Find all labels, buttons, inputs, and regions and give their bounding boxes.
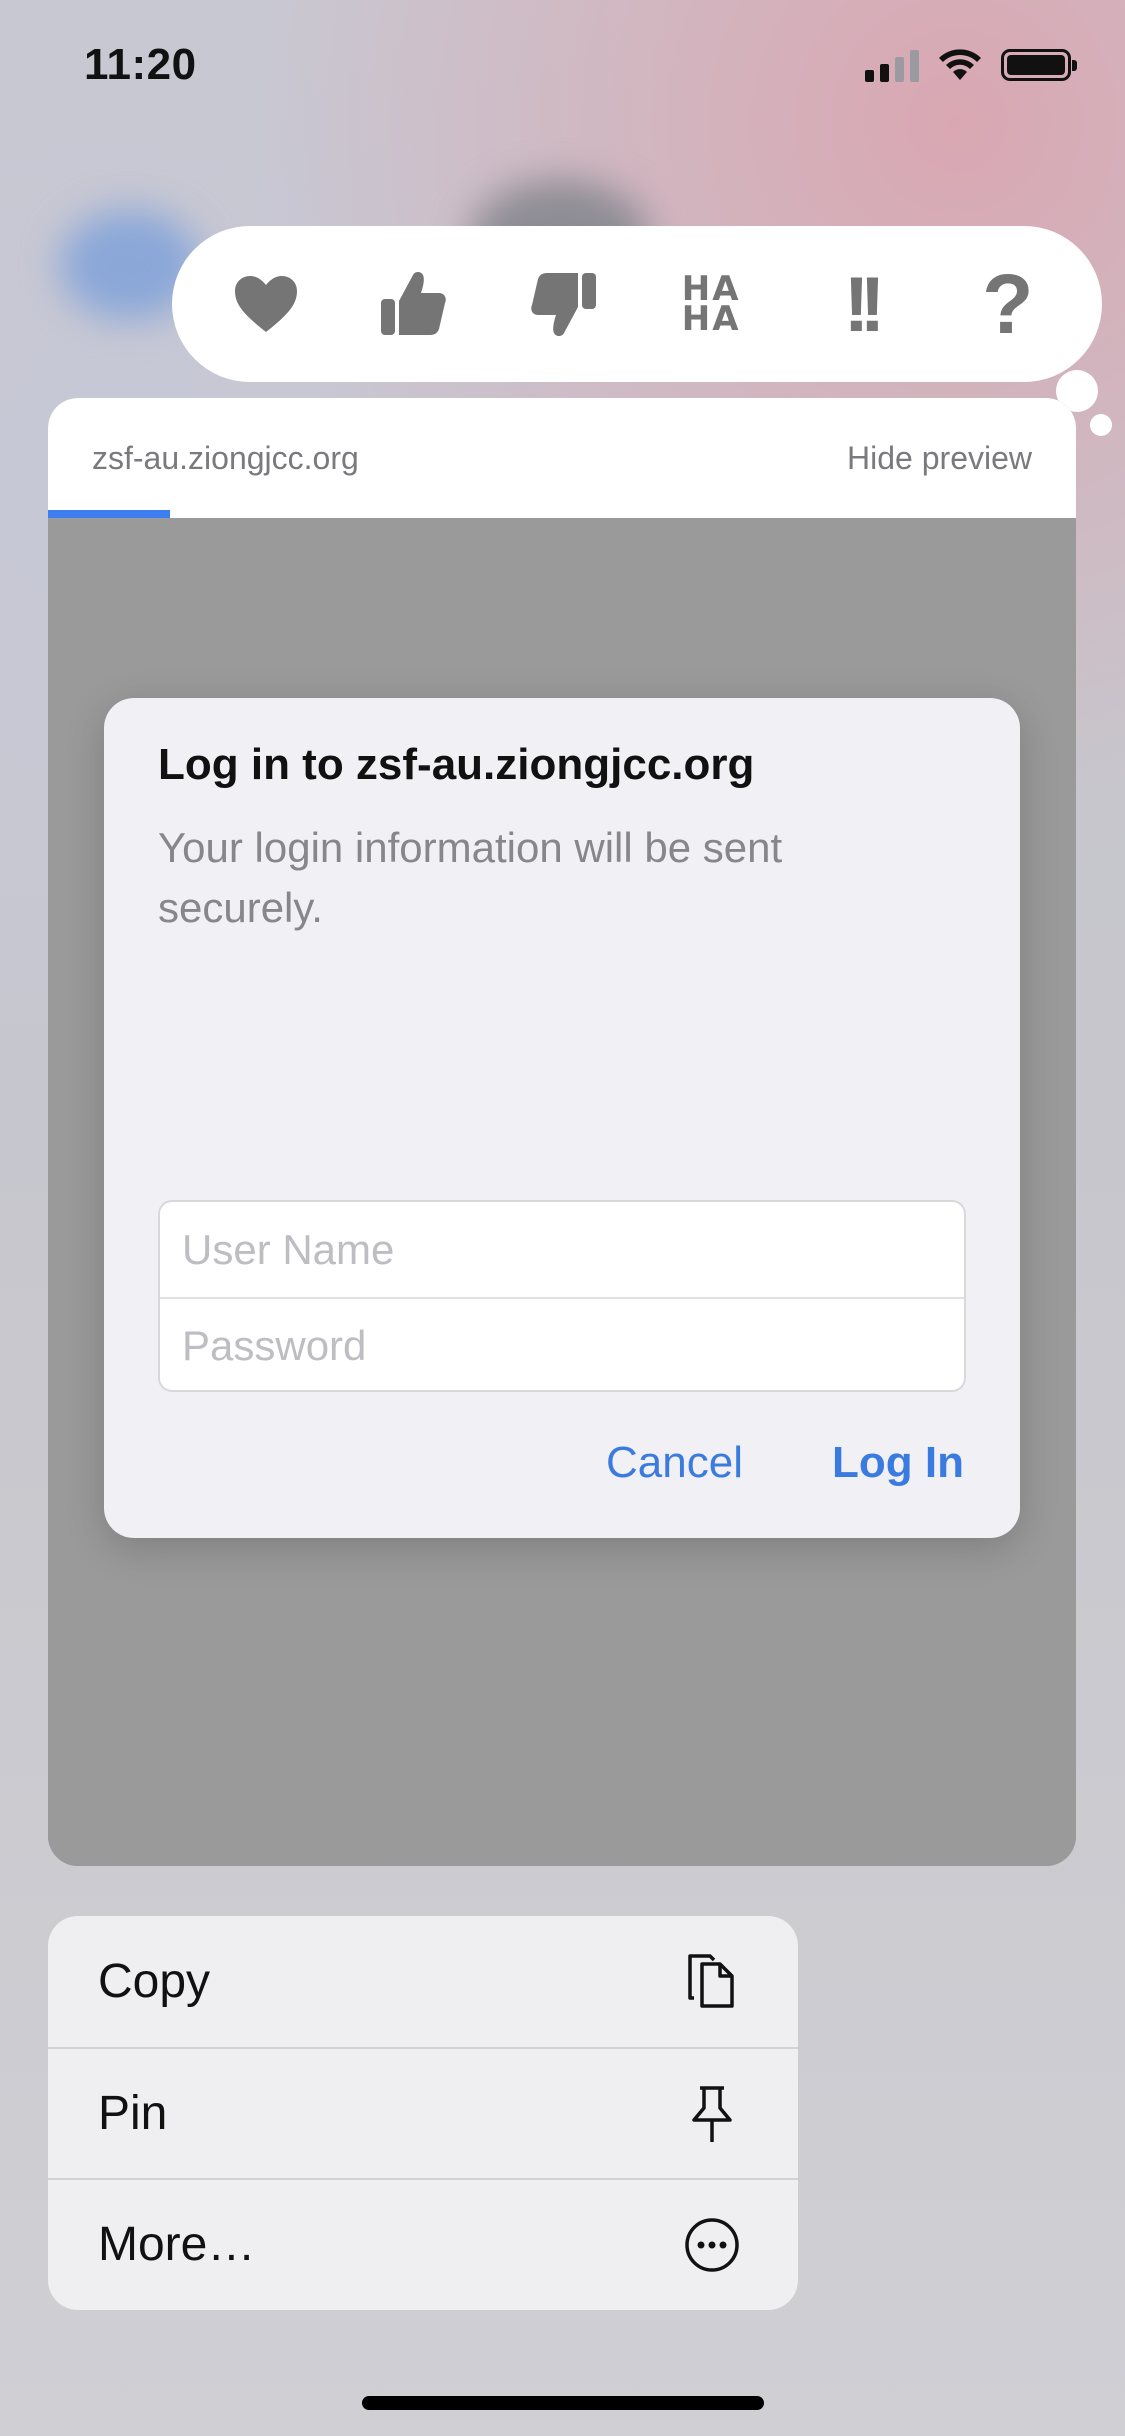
- cancel-button[interactable]: Cancel: [606, 1438, 743, 1488]
- menu-item-pin[interactable]: Pin: [48, 2047, 798, 2178]
- thumbs-up-icon[interactable]: [359, 249, 469, 359]
- status-icons: [865, 48, 1077, 82]
- battery-icon: [1001, 49, 1077, 81]
- context-menu: Copy Pin More…: [48, 1916, 798, 2310]
- status-time: 11:20: [84, 40, 197, 89]
- haha-line-2: HA: [681, 299, 741, 339]
- tapback-bar: HA HA !! ?: [172, 226, 1102, 382]
- home-indicator[interactable]: [362, 2396, 764, 2410]
- password-field-row: [160, 1297, 964, 1390]
- menu-item-label: Pin: [98, 2087, 168, 2140]
- cellular-signal-icon: [865, 48, 919, 82]
- more-icon: [682, 2215, 742, 2275]
- credentials-fields: [158, 1200, 966, 1392]
- exclamation-icon[interactable]: !!: [804, 249, 914, 359]
- heart-icon[interactable]: [211, 249, 321, 359]
- login-dialog: Log in to zsf-au.ziongjcc.org Your login…: [104, 698, 1020, 1538]
- status-bar: 11:20: [0, 0, 1125, 140]
- menu-item-label: More…: [98, 2218, 256, 2271]
- exclamation-text: !!: [843, 259, 885, 348]
- menu-item-more[interactable]: More…: [48, 2178, 798, 2309]
- pin-icon: [682, 2084, 742, 2144]
- password-input[interactable]: [180, 1320, 964, 1371]
- wifi-icon: [939, 49, 981, 80]
- copy-icon: [682, 1952, 742, 2012]
- hide-preview-button[interactable]: Hide preview: [847, 440, 1032, 477]
- login-button[interactable]: Log In: [832, 1438, 964, 1488]
- dialog-title: Log in to zsf-au.ziongjcc.org: [158, 740, 755, 789]
- page-load-progress: [48, 510, 170, 518]
- question-icon[interactable]: ?: [953, 249, 1063, 359]
- thumbs-down-icon[interactable]: [508, 249, 618, 359]
- username-input[interactable]: [180, 1224, 964, 1275]
- haha-icon[interactable]: HA HA: [656, 249, 766, 359]
- preview-url: zsf-au.ziongjcc.org: [92, 440, 359, 476]
- username-field-row: [160, 1202, 964, 1297]
- preview-header: zsf-au.ziongjcc.org Hide preview: [48, 398, 1076, 518]
- dialog-message: Your login information will be sent secu…: [158, 824, 783, 931]
- menu-item-copy[interactable]: Copy: [48, 1916, 798, 2047]
- tapback-tail-dot-small: [1090, 414, 1112, 436]
- question-text: ?: [982, 256, 1034, 351]
- menu-item-label: Copy: [98, 1955, 211, 2008]
